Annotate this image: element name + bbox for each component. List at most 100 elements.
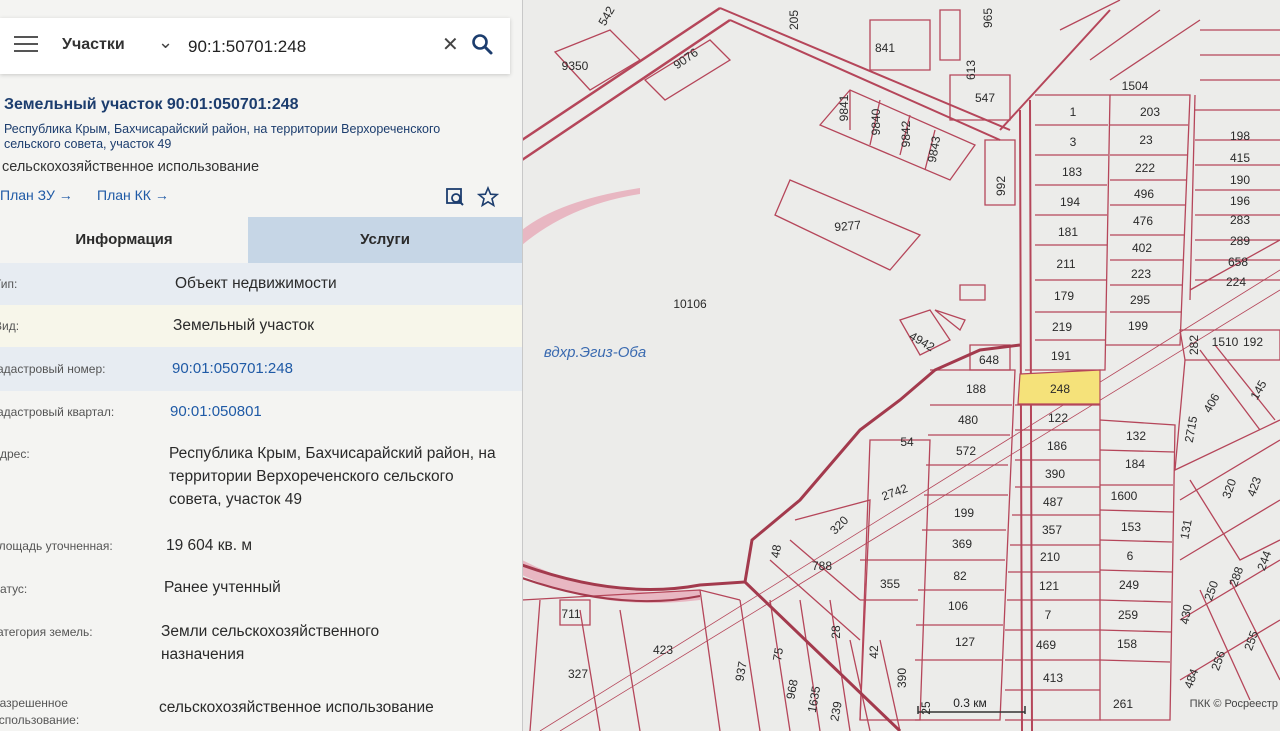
- parcel-label: 127: [955, 635, 975, 649]
- row-value: сельскохозяйственное использование: [159, 699, 434, 716]
- parcel-label: 42: [867, 645, 881, 659]
- parcel-label: 658: [1228, 255, 1248, 269]
- parcel-label: 196: [1230, 194, 1250, 208]
- cadastral-quarter-link[interactable]: 90:01:050801: [170, 400, 262, 423]
- parcel-label: 183: [1062, 165, 1082, 179]
- parcel-label: 9842: [899, 120, 913, 147]
- parcel-label: 469: [1036, 638, 1056, 652]
- row-value: 19 604 кв. м: [166, 537, 252, 554]
- parcel-label: 1600: [1111, 489, 1138, 503]
- parcel-label: 203: [1140, 105, 1160, 119]
- cadastral-number-link[interactable]: 90:01:050701:248: [172, 357, 293, 380]
- parcel-label: 132: [1126, 429, 1146, 443]
- plan-kk-link[interactable]: План КК →: [97, 187, 169, 203]
- parcel-label: 3: [1070, 135, 1077, 149]
- parcel-label: 153: [1121, 520, 1141, 534]
- parcel-label: 572: [956, 444, 976, 458]
- search-category-select[interactable]: Участки: [62, 36, 125, 54]
- parcel-label: 1: [1070, 105, 1077, 119]
- parcel-label: 75: [770, 646, 786, 662]
- parcel-label: 179: [1054, 289, 1074, 303]
- parcel-label: 158: [1117, 637, 1137, 651]
- parcel-label: 613: [964, 60, 978, 80]
- row-address: Адрес: Республика Крым, Бахчисарайский р…: [0, 433, 522, 525]
- parcel-title: Земельный участок 90:01:050701:248: [4, 96, 299, 113]
- parcel-label: 402: [1132, 241, 1152, 255]
- parcel-label: 289: [1230, 234, 1250, 248]
- row-cadastral-quarter: Кадастровый квартал: 90:01:050801: [0, 391, 522, 433]
- locate-on-map-icon[interactable]: [444, 186, 466, 208]
- search-icon[interactable]: [470, 32, 494, 56]
- tab-services[interactable]: Услуги: [248, 217, 522, 263]
- parcel-label: 648: [979, 353, 999, 367]
- tab-info[interactable]: Информация: [0, 217, 248, 263]
- chevron-down-icon[interactable]: ⌄: [158, 32, 173, 53]
- row-value: Республика Крым, Бахчисарайский район, н…: [169, 445, 496, 508]
- parcel-use: сельскохозяйственное использование: [2, 159, 260, 175]
- parcel-label: 210: [1040, 550, 1060, 564]
- row-value: Земли сельскохозяйственного назначения: [161, 623, 380, 663]
- parcel-label: 23: [1139, 133, 1153, 147]
- row-label: Площадь уточненная:: [0, 539, 113, 553]
- parcel-label: 390: [1045, 467, 1065, 481]
- parcel-label: 259: [1118, 608, 1138, 622]
- row-label: Кадастровый номер:: [0, 362, 106, 376]
- clear-icon[interactable]: ✕: [442, 32, 459, 57]
- parcel-label: 191: [1051, 349, 1071, 363]
- parcel-label: 9841: [837, 94, 851, 121]
- row-value: Ранее учтенный: [164, 579, 281, 596]
- parcel-label: 184: [1125, 457, 1145, 471]
- parcel-label: 788: [812, 559, 832, 573]
- row-label: Статус:: [0, 582, 28, 596]
- parcel-label: 487: [1043, 495, 1063, 509]
- parcel-label: 198: [1230, 129, 1250, 143]
- parcel-label: 219: [1052, 320, 1072, 334]
- parcel-label: 54: [900, 435, 914, 449]
- parcel-label: 480: [958, 413, 978, 427]
- parcel-label: 121: [1039, 579, 1059, 593]
- parcel-label: 205: [787, 10, 801, 30]
- parcel-label: 415: [1230, 151, 1250, 165]
- plan-zu-link[interactable]: План ЗУ →: [0, 187, 73, 203]
- parcel-label: 122: [1048, 411, 1068, 425]
- row-kind: Вид: Земельный участок: [0, 305, 522, 347]
- parcel-label: 390: [895, 668, 909, 688]
- panel-tabs: Информация Услуги: [0, 217, 522, 263]
- row-label: Разрешенное использование:: [0, 696, 80, 727]
- row-label: Адрес:: [0, 447, 30, 461]
- parcel-label: 194: [1060, 195, 1080, 209]
- row-permitted-use: Разрешенное использование: сельскохозяйс…: [0, 683, 522, 731]
- search-input[interactable]: [186, 32, 440, 62]
- row-label: Тип:: [0, 277, 18, 291]
- row-label: Кадастровый квартал:: [0, 405, 115, 419]
- menu-icon[interactable]: [14, 36, 38, 56]
- parcel-address: Республика Крым, Бахчисарайский район, н…: [4, 122, 441, 151]
- info-panel: Участки ⌄ ✕ Земельный участок 90:01:0507…: [0, 0, 523, 731]
- row-land-category: Категория земель: Земли сельскохозяйстве…: [0, 609, 522, 683]
- parcel-label: 48: [768, 543, 784, 559]
- parcel-label: 9277: [834, 218, 862, 234]
- parcel-label: 6: [1127, 549, 1134, 563]
- parcel-label: 106: [948, 599, 968, 613]
- parcel-label: 82: [953, 569, 967, 583]
- row-cadastral-number: Кадастровый номер: 90:01:050701:248: [0, 347, 522, 391]
- row-label: Категория земель:: [0, 625, 93, 639]
- star-icon[interactable]: [477, 186, 499, 208]
- parcel-label: 28: [829, 625, 843, 639]
- parcel-label: 192: [1243, 335, 1263, 349]
- parcel-label: 369: [952, 537, 972, 551]
- parcel-label: 7: [1045, 608, 1052, 622]
- parcel-label: 186: [1047, 439, 1067, 453]
- parcel-label-248: 248: [1050, 382, 1070, 396]
- parcel-label: 1510: [1212, 335, 1239, 349]
- parcel-label: 295: [1130, 293, 1150, 307]
- search-bar: Участки ⌄ ✕: [0, 18, 510, 74]
- parcel-label: 423: [653, 643, 673, 657]
- parcel-label: 965: [981, 8, 995, 28]
- parcel-label: 282: [1187, 335, 1201, 355]
- parcel-label: 199: [1128, 319, 1148, 333]
- row-status: Статус: Ранее учтенный: [0, 567, 522, 609]
- parcel-label: 355: [880, 577, 900, 591]
- parcel-label: 283: [1230, 213, 1250, 227]
- parcel-label: 188: [966, 382, 986, 396]
